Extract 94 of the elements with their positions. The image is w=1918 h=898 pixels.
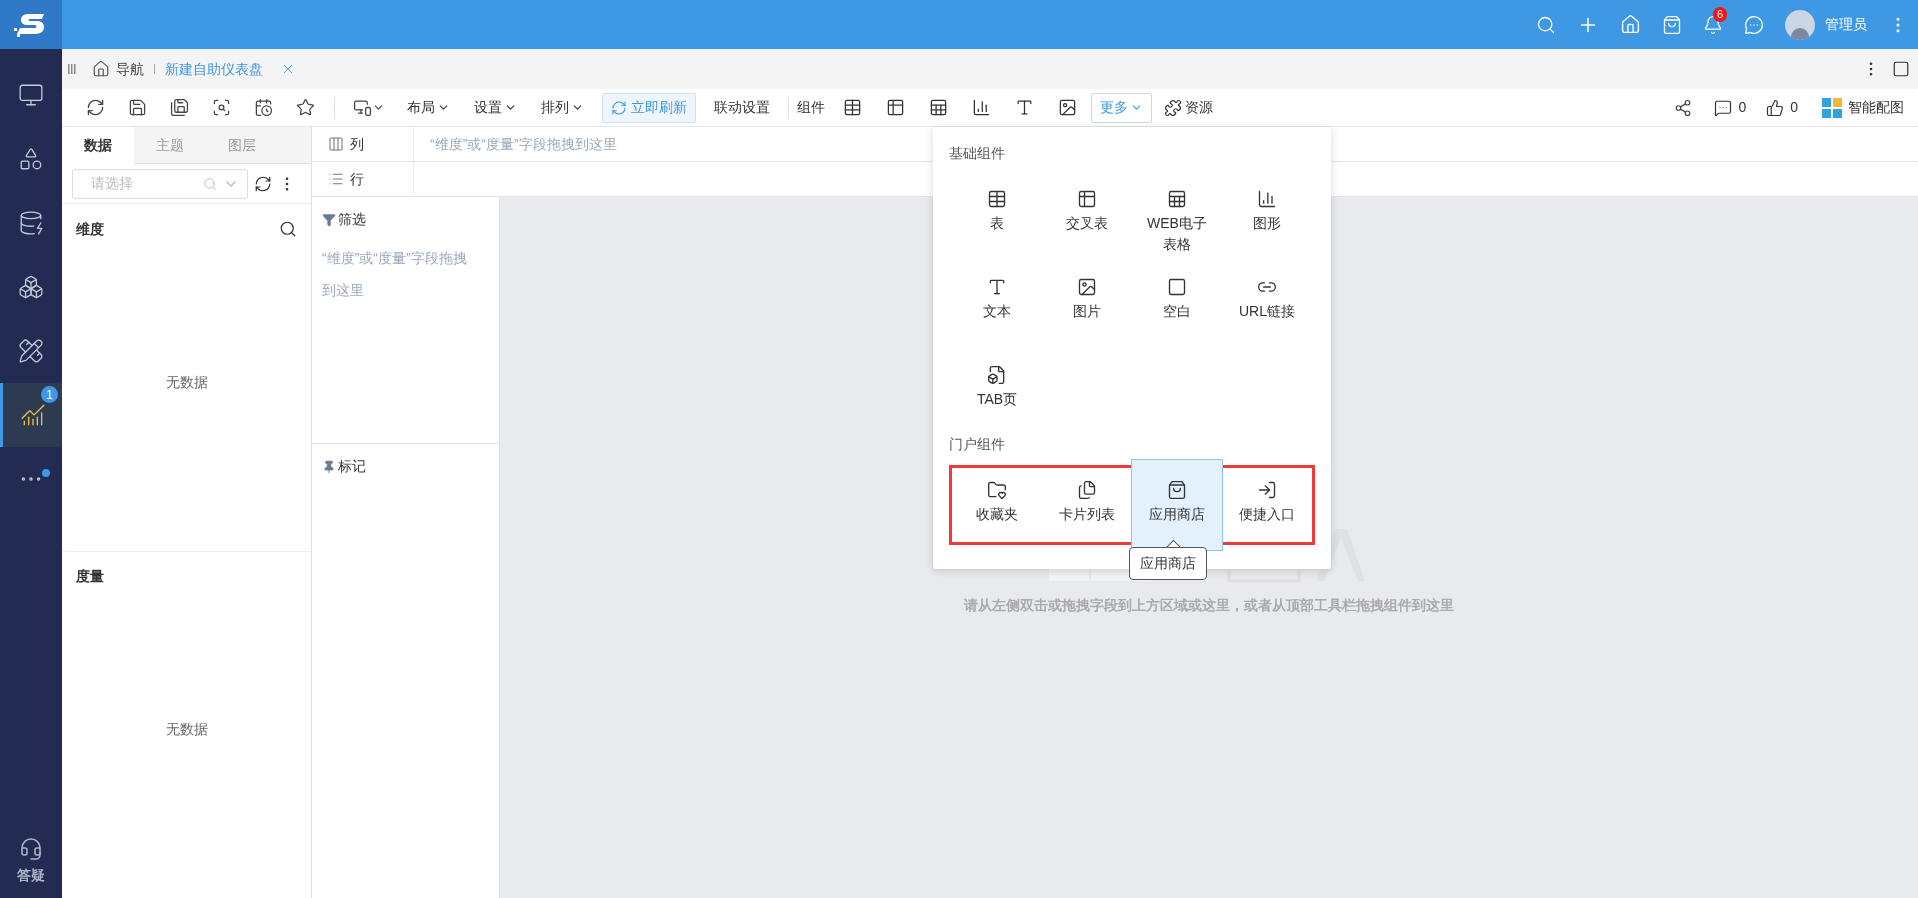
shelf-label: 行 bbox=[350, 169, 364, 189]
smart-chart-button[interactable]: 智能配图 bbox=[1822, 97, 1904, 118]
shelf-label: 列 bbox=[350, 134, 364, 154]
drop-hint: “维度”或“度量”字段拖拽到这里 bbox=[430, 134, 617, 154]
shapes-icon[interactable] bbox=[18, 146, 44, 172]
chat-icon[interactable] bbox=[1744, 14, 1764, 35]
cross-table-icon bbox=[1077, 189, 1097, 209]
menu-group-title: 基础组件 bbox=[949, 144, 1006, 163]
menu-group-title: 门户组件 bbox=[949, 435, 1006, 454]
text-icon[interactable] bbox=[1015, 98, 1034, 117]
empty-text: 无数据 bbox=[165, 372, 208, 392]
device-dropdown[interactable] bbox=[353, 98, 385, 117]
filter-label: 筛选 bbox=[338, 210, 366, 229]
image-icon[interactable] bbox=[1058, 98, 1077, 117]
tooltip: 应用商店 bbox=[1129, 547, 1207, 580]
panel-tab[interactable]: 数据 bbox=[62, 127, 134, 164]
save-icon[interactable] bbox=[127, 98, 147, 117]
comments-button[interactable]: 0 bbox=[1714, 97, 1747, 118]
spreadsheet-icon bbox=[1167, 189, 1187, 209]
preview-icon[interactable] bbox=[211, 98, 231, 117]
component-item[interactable]: 卡片列表 bbox=[1042, 460, 1132, 550]
component-item[interactable]: 交叉表 bbox=[1042, 181, 1132, 269]
component-item[interactable]: URL链接 bbox=[1222, 269, 1312, 357]
database-icon[interactable] bbox=[18, 210, 44, 236]
monitor-icon[interactable] bbox=[18, 82, 44, 108]
headset-icon[interactable] bbox=[19, 837, 43, 861]
card-list-icon bbox=[1077, 480, 1097, 500]
component-item[interactable]: 文本 bbox=[952, 269, 1042, 357]
canvas-hint: 请从左侧双击或拖拽字段到上方区域或这里，或者从顶部工具栏拖拽组件到这里 bbox=[964, 596, 1454, 615]
pin-icon bbox=[322, 459, 336, 474]
toolbar-menu[interactable]: 布局 bbox=[407, 97, 450, 118]
image-icon bbox=[1077, 277, 1097, 297]
empty-text: 无数据 bbox=[165, 720, 208, 740]
section-title: 维度 bbox=[76, 219, 104, 239]
logo-icon[interactable] bbox=[0, 0, 62, 49]
components-label: 组件 bbox=[797, 98, 825, 117]
toolbar-menu[interactable]: 设置 bbox=[474, 97, 517, 118]
blank-icon bbox=[1167, 277, 1187, 297]
text-icon bbox=[987, 277, 1007, 297]
close-icon[interactable] bbox=[281, 62, 295, 76]
maximize-icon[interactable] bbox=[1892, 60, 1910, 78]
comment-icon bbox=[1714, 98, 1733, 117]
thumbs-up-icon bbox=[1766, 98, 1785, 117]
component-item[interactable]: 图片 bbox=[1042, 269, 1132, 357]
bag-icon bbox=[1167, 480, 1187, 500]
home-icon[interactable] bbox=[92, 60, 110, 78]
component-item[interactable]: 收藏夹 bbox=[952, 460, 1042, 550]
table-icon bbox=[987, 189, 1007, 209]
spreadsheet-icon[interactable] bbox=[929, 98, 948, 117]
notification-badge: 6 bbox=[1713, 6, 1728, 22]
component-item[interactable]: 空白 bbox=[1132, 269, 1222, 357]
puzzle-icon bbox=[1164, 98, 1182, 117]
table-icon[interactable] bbox=[843, 98, 862, 117]
ruler-pencil-icon[interactable] bbox=[18, 338, 44, 364]
chart-icon[interactable] bbox=[19, 402, 46, 428]
marks-label: 标记 bbox=[338, 457, 366, 476]
link-settings-button[interactable]: 联动设置 bbox=[714, 97, 770, 118]
resources-button[interactable]: 资源 bbox=[1164, 97, 1213, 118]
cross-table-icon[interactable] bbox=[886, 98, 905, 117]
tiles-icon bbox=[1822, 97, 1842, 118]
tab-page-icon bbox=[987, 365, 1007, 385]
component-item[interactable]: 表 bbox=[952, 181, 1042, 269]
search-icon bbox=[203, 176, 217, 191]
bar-chart-icon bbox=[1257, 189, 1277, 209]
columns-icon bbox=[328, 136, 344, 152]
nav-badge: 1 bbox=[41, 386, 58, 403]
refresh-icon bbox=[611, 99, 627, 116]
collapse-handle-icon[interactable] bbox=[68, 64, 76, 74]
folder-icon bbox=[987, 480, 1007, 500]
component-item[interactable]: 图形 bbox=[1222, 181, 1312, 269]
nav-link[interactable]: 导航 bbox=[116, 58, 144, 80]
share-icon[interactable] bbox=[1674, 98, 1693, 117]
component-item[interactable]: 应用商店 bbox=[1132, 460, 1222, 550]
list-icon bbox=[328, 171, 344, 187]
component-item[interactable]: 便捷入口 bbox=[1222, 460, 1312, 550]
component-item[interactable]: WEB电子表格 bbox=[1132, 181, 1222, 269]
section-title: 度量 bbox=[76, 567, 104, 586]
help-label[interactable]: 答疑 bbox=[17, 865, 45, 886]
bag-icon[interactable] bbox=[1662, 14, 1682, 35]
schedule-icon[interactable] bbox=[253, 98, 273, 117]
filter-icon bbox=[322, 212, 336, 227]
refresh-icon[interactable] bbox=[85, 98, 105, 117]
search-icon[interactable] bbox=[279, 220, 297, 238]
component-item[interactable]: TAB页 bbox=[952, 357, 1042, 425]
likes-button[interactable]: 0 bbox=[1766, 97, 1798, 118]
toolbar-menu[interactable]: 排列 bbox=[541, 97, 584, 118]
refresh-icon[interactable] bbox=[254, 174, 272, 193]
drop-hint: “维度”或“度量”字段拖拽到这里 bbox=[322, 249, 468, 300]
star-icon[interactable] bbox=[295, 98, 315, 117]
entry-icon bbox=[1257, 480, 1277, 500]
bar-chart-icon[interactable] bbox=[972, 98, 991, 117]
devices-icon bbox=[353, 98, 372, 117]
cubes-icon[interactable] bbox=[18, 274, 44, 300]
save-as-icon[interactable] bbox=[169, 98, 189, 117]
